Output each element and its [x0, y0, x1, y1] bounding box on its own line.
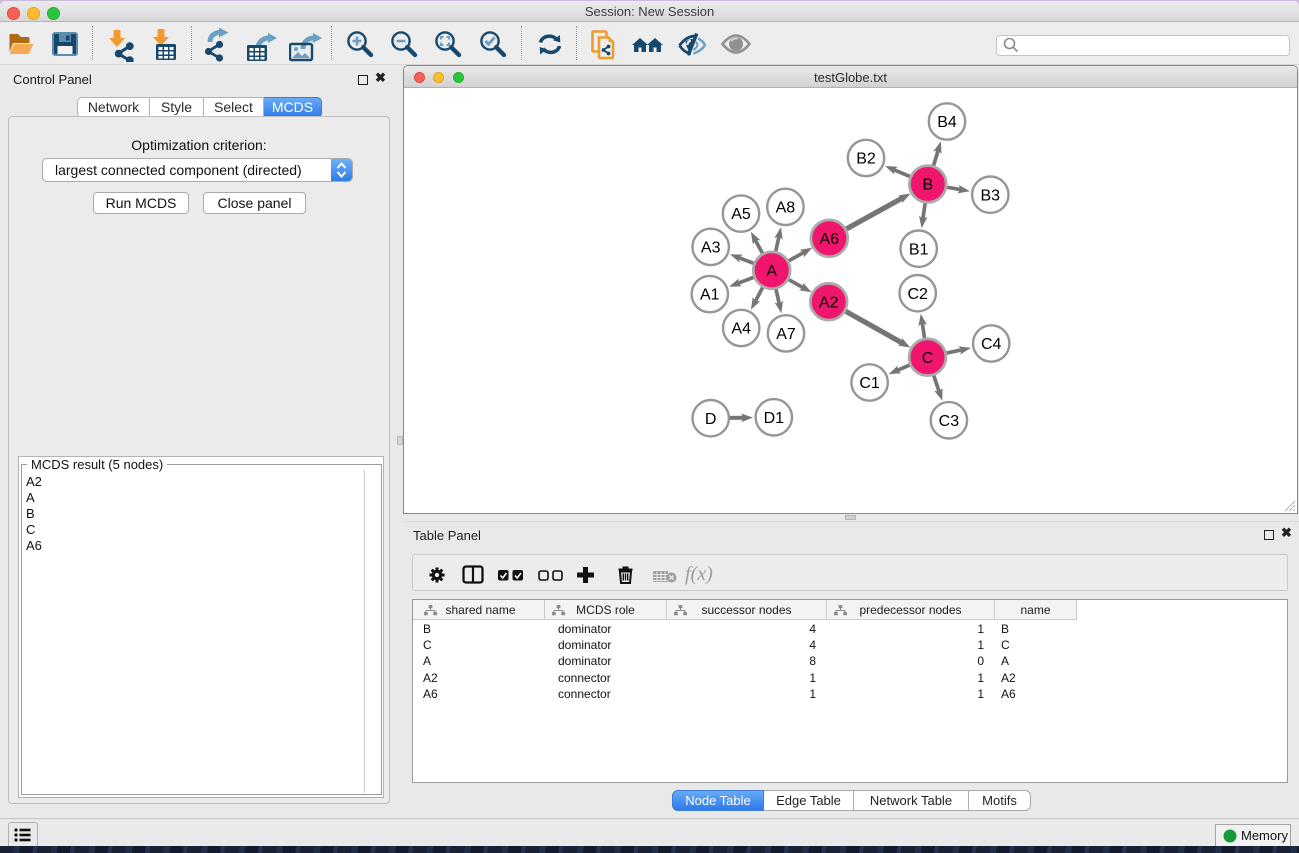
- svg-text:A6: A6: [820, 231, 840, 248]
- svg-text:D1: D1: [764, 410, 785, 427]
- svg-text:A5: A5: [731, 206, 751, 223]
- svg-text:C4: C4: [981, 336, 1002, 353]
- svg-text:A1: A1: [700, 287, 720, 304]
- svg-text:C1: C1: [859, 375, 880, 392]
- svg-text:C2: C2: [907, 286, 928, 303]
- svg-text:A8: A8: [776, 200, 796, 217]
- svg-text:C3: C3: [939, 413, 960, 430]
- svg-text:B: B: [922, 177, 933, 194]
- svg-text:A4: A4: [731, 321, 751, 338]
- svg-text:A: A: [766, 263, 777, 280]
- svg-text:B3: B3: [981, 187, 1001, 204]
- svg-text:A7: A7: [776, 326, 796, 343]
- svg-text:B4: B4: [937, 114, 957, 131]
- svg-text:D: D: [705, 411, 717, 428]
- svg-text:B2: B2: [856, 151, 876, 168]
- svg-text:C: C: [922, 350, 934, 367]
- svg-text:A3: A3: [701, 240, 721, 257]
- svg-text:A2: A2: [819, 294, 839, 311]
- svg-text:B1: B1: [909, 241, 929, 258]
